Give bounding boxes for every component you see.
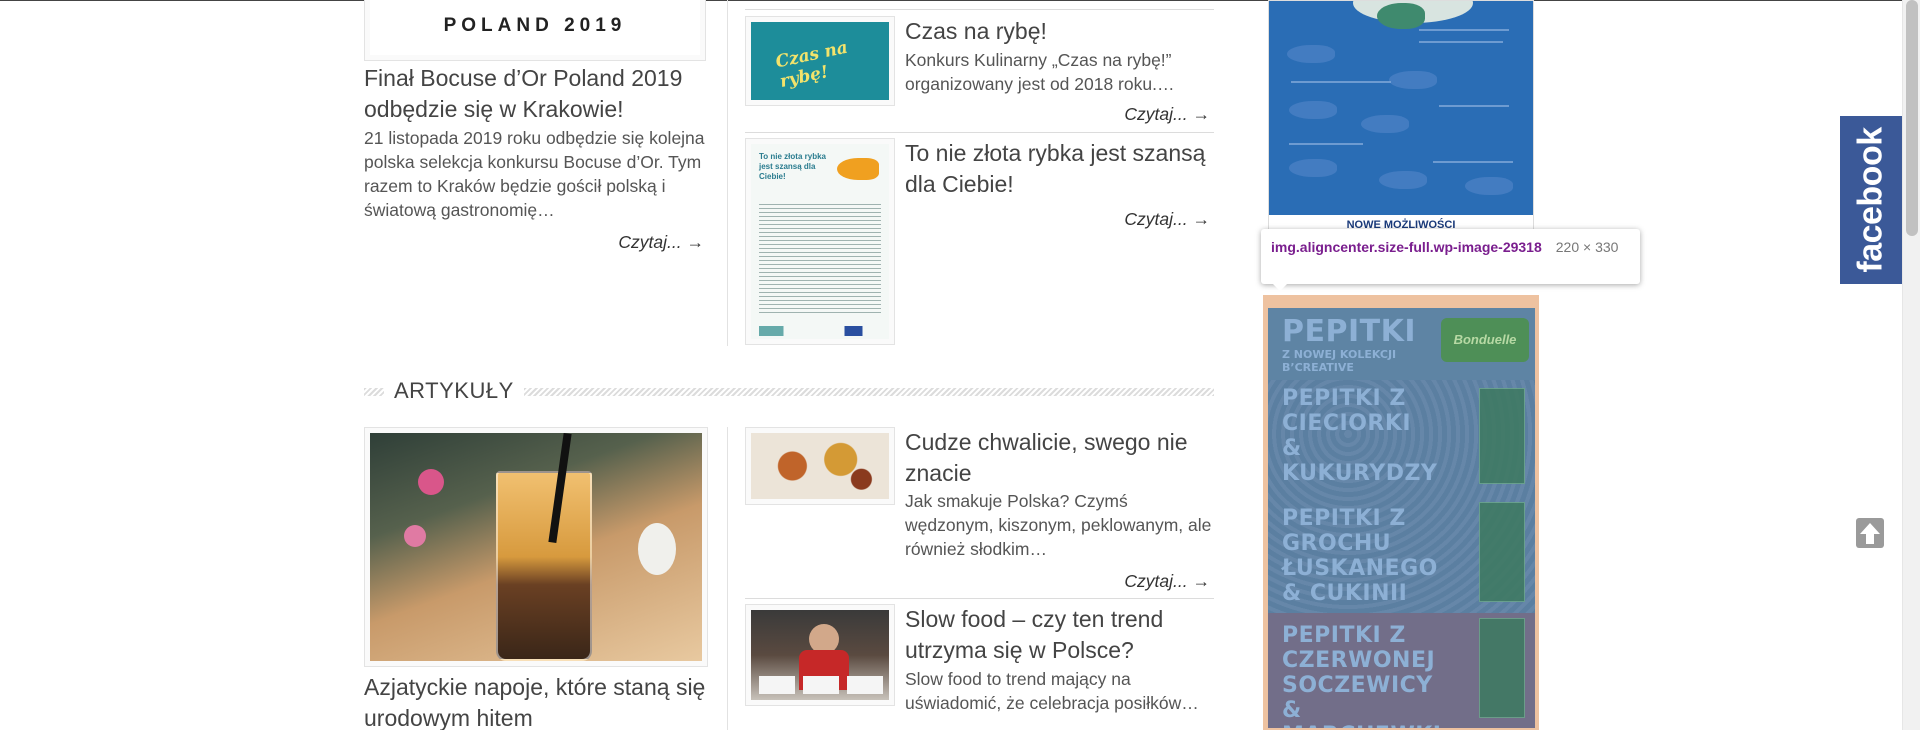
feature-articles-title[interactable]: Azjatyckie napoje, które staną się urodo… — [364, 672, 714, 730]
facebook-tab[interactable]: facebook — [1840, 116, 1902, 284]
pepitki-subheading: Z NOWEJ KOLEKCJI B’CREATIVE — [1282, 348, 1397, 374]
fish-icon — [1361, 115, 1409, 133]
pepitki-variant-3: PEPITKI Z CZERWONEJ SOCZEWICY & MARCHEWK… — [1282, 623, 1441, 728]
section-stripes-left — [364, 388, 384, 396]
post-thumb-cudze-chwalicie[interactable] — [745, 427, 895, 505]
fish-icon — [1389, 71, 1437, 89]
section-stripes-right — [524, 388, 1214, 396]
inspector-tooltip: img.aligncenter.size-full.wp-image-29318… — [1261, 229, 1640, 291]
poster-text-line — [1419, 41, 1503, 43]
bocuse-banner-text: POLAND 2019 — [443, 15, 627, 36]
inspector-size: 220 × 330 — [1555, 239, 1619, 255]
scroll-top-button[interactable] — [1856, 518, 1884, 548]
sidebar-poster-blue[interactable]: NOWE MOŻLIWOŚCI — [1268, 0, 1534, 234]
poster-text-line — [1289, 143, 1363, 145]
plates — [759, 676, 883, 694]
post-title-czas-na-rybe[interactable]: Czas na rybę! — [905, 16, 1215, 47]
bonduelle-logo: Bonduelle — [1441, 318, 1529, 362]
post-read-more-cudze-chwalicie[interactable]: Czytaj... → — [1060, 571, 1210, 592]
arrow-up-icon — [1860, 523, 1880, 544]
feature-left-read-more[interactable]: Czytaj... → — [560, 232, 704, 253]
bocuse-image-frame[interactable]: POLAND 2019 — [364, 0, 706, 61]
section-title-artykuly: ARTYKUŁY — [394, 378, 514, 403]
post-excerpt-slow-food: Slow food to trend mający na uświadomić,… — [905, 669, 1199, 713]
feature-left-excerpt: 21 listopada 2019 roku odbędzie się kole… — [364, 128, 705, 220]
poster-text-line — [1433, 161, 1513, 163]
post-excerpt-czas-na-rybe: Konkurs Kulinarny „Czas na rybę!” organi… — [905, 50, 1175, 94]
post-divider — [745, 9, 1214, 10]
pepitki-variant-1: PEPITKI Z CIECIORKI & KUKURYDZY — [1282, 386, 1438, 486]
post-read-more-zlota-rybka[interactable]: Czytaj... → — [1060, 209, 1210, 230]
post-divider — [745, 598, 1214, 599]
post-title-cudze-chwalicie[interactable]: Cudze chwalicie, swego nie znacie — [905, 427, 1215, 489]
sidebar-pepitki-ad[interactable]: PEPITKI Z NOWEJ KOLEKCJI B’CREATIVE Bond… — [1263, 295, 1539, 730]
scrollbar-thumb[interactable] — [1906, 0, 1918, 236]
post-read-more-czas-na-rybe[interactable]: Czytaj... → — [1060, 104, 1210, 125]
feature-articles-image-frame[interactable] — [364, 427, 708, 667]
column-divider-top — [727, 0, 728, 346]
fish-icon — [1287, 45, 1335, 63]
goldfish-icon — [837, 158, 879, 180]
flower-decoration — [404, 525, 426, 547]
eu-logos — [759, 326, 881, 336]
vertical-scrollbar[interactable] — [1902, 0, 1920, 730]
drink-glass — [496, 471, 592, 661]
fish-icon — [1465, 177, 1513, 195]
post-thumb-slow-food[interactable] — [745, 604, 895, 706]
flower-decoration — [418, 469, 444, 495]
window-top-border — [0, 0, 1920, 1]
poster-text-line — [1291, 81, 1391, 83]
spoon-decoration — [638, 523, 676, 575]
pepitki-ad-image: PEPITKI Z NOWEJ KOLEKCJI B’CREATIVE Bond… — [1268, 308, 1535, 728]
post-title-slow-food[interactable]: Slow food – czy ten trend utrzyma się w … — [905, 604, 1215, 666]
fish-icon — [1289, 159, 1337, 177]
facebook-label: facebook — [1851, 127, 1890, 273]
czas-na-rybe-logo-text: Czas na rybę! — [773, 37, 850, 92]
poster-text-line — [1419, 29, 1509, 31]
zlota-rybka-poster-text: To nie złota rybka jest szansą dla Ciebi… — [759, 152, 826, 181]
poster-text-block — [759, 204, 881, 314]
fish-icon — [1289, 101, 1337, 119]
pepitki-heading: PEPITKI — [1282, 314, 1417, 349]
post-title-zlota-rybka[interactable]: To nie złota rybka jest szansą dla Ciebi… — [905, 138, 1215, 200]
inspector-selector: img.aligncenter.size-full.wp-image-29318 — [1271, 239, 1542, 255]
poster-text-line — [1439, 105, 1509, 107]
product-pack — [1479, 502, 1525, 602]
fish-icon — [1379, 171, 1427, 189]
product-pack — [1479, 388, 1525, 484]
post-divider — [745, 132, 1214, 133]
column-divider-bottom — [727, 427, 728, 730]
product-pack — [1479, 618, 1525, 718]
post-excerpt-cudze-chwalicie: Jak smakuje Polska? Czymś wędzonym, kisz… — [905, 491, 1212, 559]
fish-icon — [1377, 3, 1425, 29]
post-thumb-zlota-rybka[interactable]: To nie złota rybka jest szansą dla Ciebi… — [745, 138, 895, 345]
pepitki-variant-2: PEPITKI Z GROCHU ŁUSKANEGO & CUKINII — [1282, 506, 1438, 606]
feature-left-title[interactable]: Finał Bocuse d’Or Poland 2019 odbędzie s… — [364, 63, 694, 125]
post-thumb-czas-na-rybe[interactable]: Czas na rybę! — [745, 16, 895, 106]
